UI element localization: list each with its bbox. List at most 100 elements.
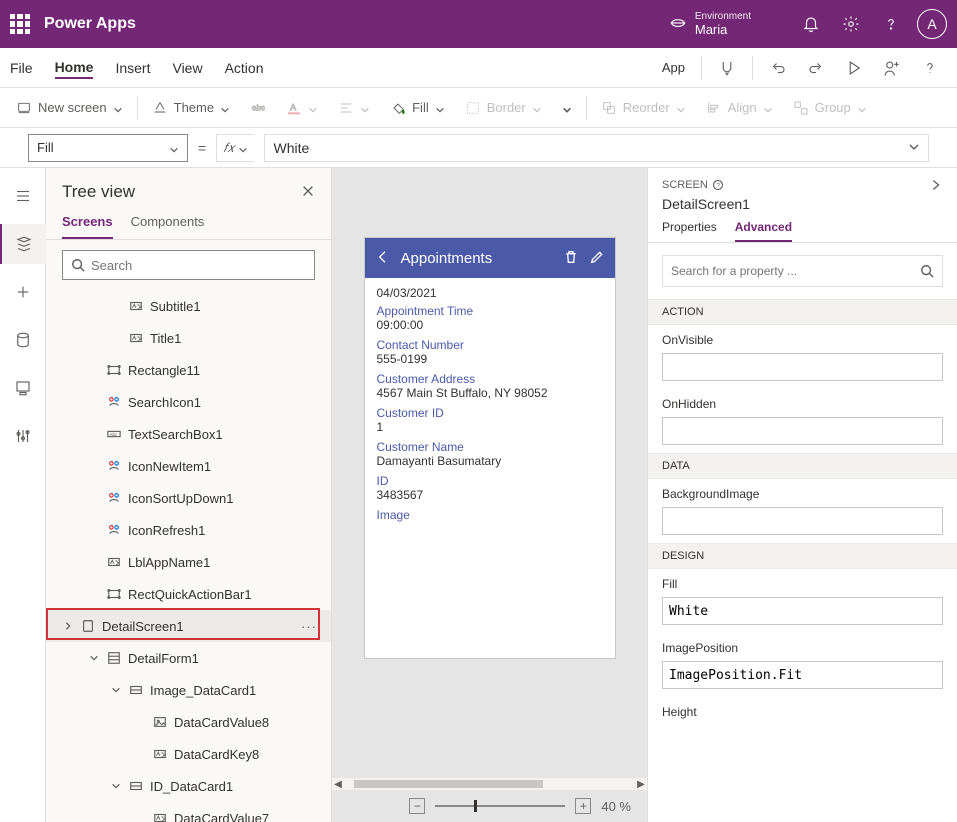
- redo-icon[interactable]: [799, 55, 833, 81]
- property-selector[interactable]: Fill: [28, 134, 188, 162]
- back-icon[interactable]: [375, 249, 391, 268]
- rail-media[interactable]: [0, 368, 46, 408]
- field-value: 4567 Main St Buffalo, NY 98052: [377, 386, 603, 400]
- expand-formula-icon[interactable]: [908, 140, 920, 156]
- svg-text:A: A: [290, 102, 297, 112]
- property-selector-value: Fill: [37, 140, 54, 155]
- property-input[interactable]: [662, 507, 943, 535]
- tree-item-label: DetailForm1: [128, 651, 199, 666]
- tree-list[interactable]: Subtitle1Title1Rectangle11SearchIcon1Abc…: [46, 290, 331, 822]
- property-input[interactable]: [662, 353, 943, 381]
- textinput-icon: Abc: [106, 426, 122, 442]
- tree-item-label: LblAppName1: [128, 555, 210, 570]
- prop-tab-advanced[interactable]: Advanced: [735, 220, 792, 242]
- help-icon[interactable]: [871, 0, 911, 48]
- tree-item[interactable]: DetailScreen1···: [46, 610, 331, 642]
- theme-button[interactable]: Theme: [142, 92, 240, 124]
- tree-item[interactable]: DataCardKey8: [46, 738, 331, 770]
- more-icon[interactable]: ···: [301, 619, 317, 634]
- caret-down-icon[interactable]: [110, 685, 122, 695]
- caret-down-icon[interactable]: [88, 653, 100, 663]
- avatar[interactable]: A: [917, 9, 947, 39]
- horizontal-scrollbar[interactable]: ◀▶: [332, 778, 647, 790]
- rail-insert[interactable]: [0, 272, 46, 312]
- properties-search[interactable]: [662, 255, 943, 287]
- zoom-out-button[interactable]: −: [409, 798, 425, 814]
- menu-action[interactable]: Action: [225, 58, 264, 78]
- close-icon[interactable]: [301, 184, 315, 201]
- tree-item[interactable]: AbcTextSearchBox1: [46, 418, 331, 450]
- tree-tab-components[interactable]: Components: [131, 214, 205, 239]
- ribbon-expand[interactable]: [552, 92, 582, 124]
- zoom-slider[interactable]: [435, 805, 565, 807]
- tree-item[interactable]: DataCardValue8: [46, 706, 331, 738]
- chevron-right-icon[interactable]: [929, 178, 943, 192]
- waffle-icon[interactable]: [10, 14, 30, 34]
- menu-app[interactable]: App: [654, 56, 693, 79]
- formula-input[interactable]: White: [264, 134, 929, 162]
- rail-data[interactable]: [0, 320, 46, 360]
- tree-search[interactable]: [62, 250, 315, 280]
- share-icon[interactable]: [875, 55, 909, 81]
- rail-treeview[interactable]: [0, 224, 46, 264]
- properties-panel: SCREEN ? DetailScreen1 Properties Advanc…: [647, 168, 957, 822]
- crumb-label: SCREEN: [662, 179, 708, 191]
- tree-item[interactable]: DetailForm1: [46, 642, 331, 674]
- tree-item[interactable]: Title1: [46, 322, 331, 354]
- menu-view[interactable]: View: [172, 58, 202, 78]
- form-icon: [106, 650, 122, 666]
- new-screen-button[interactable]: New screen: [6, 92, 133, 124]
- tree-item[interactable]: SearchIcon1: [46, 386, 331, 418]
- svg-text:abc: abc: [252, 103, 265, 112]
- settings-icon[interactable]: [831, 0, 871, 48]
- property-input[interactable]: [662, 417, 943, 445]
- tree-search-input[interactable]: [91, 258, 306, 273]
- help-menu-icon[interactable]: [913, 55, 947, 81]
- align-button: Align: [696, 92, 783, 124]
- fx-button[interactable]: 𝑓𝑥: [216, 134, 254, 162]
- property-input[interactable]: [662, 661, 943, 689]
- undo-icon[interactable]: [761, 55, 795, 81]
- notifications-icon[interactable]: [791, 0, 831, 48]
- properties-search-input[interactable]: [671, 264, 920, 278]
- tree-item[interactable]: Subtitle1: [46, 290, 331, 322]
- rail-tools[interactable]: [0, 416, 46, 456]
- tree-item[interactable]: ID_DataCard1: [46, 770, 331, 802]
- label-icon: [128, 298, 144, 314]
- tree-item[interactable]: IconRefresh1: [46, 514, 331, 546]
- theme-label: Theme: [174, 100, 214, 115]
- properties-body[interactable]: ACTIONOnVisibleOnHiddenDATABackgroundIma…: [648, 299, 957, 822]
- tree-item-label: IconRefresh1: [128, 523, 205, 538]
- info-icon[interactable]: ?: [712, 179, 724, 191]
- app-checker-icon[interactable]: [710, 55, 744, 81]
- rail-hamburger[interactable]: [0, 176, 46, 216]
- edit-icon[interactable]: [589, 249, 605, 268]
- tree-item[interactable]: Image_DataCard1: [46, 674, 331, 706]
- environment-picker[interactable]: Environment Maria: [669, 11, 751, 37]
- property-label: Height: [662, 705, 943, 719]
- paint-bucket-icon: [390, 100, 406, 116]
- fill-button[interactable]: Fill: [380, 92, 455, 124]
- tree-item[interactable]: IconNewItem1: [46, 450, 331, 482]
- tree-item[interactable]: RectQuickActionBar1: [46, 578, 331, 610]
- menu-home[interactable]: Home: [55, 57, 94, 79]
- tree-item[interactable]: LblAppName1: [46, 546, 331, 578]
- tree-item[interactable]: Rectangle11: [46, 354, 331, 386]
- menu-insert[interactable]: Insert: [115, 58, 150, 78]
- caret-right-icon[interactable]: [62, 621, 74, 631]
- menu-file[interactable]: File: [10, 58, 33, 78]
- tree-tab-screens[interactable]: Screens: [62, 214, 113, 239]
- field-label: Image: [377, 508, 603, 522]
- caret-down-icon[interactable]: [110, 781, 122, 791]
- property-input[interactable]: [662, 597, 943, 625]
- canvas-stage[interactable]: Appointments 04/03/2021 Appointment Time…: [332, 168, 647, 778]
- tree-item[interactable]: DataCardValue7: [46, 802, 331, 822]
- tree-item[interactable]: IconSortUpDown1: [46, 482, 331, 514]
- property-label: BackgroundImage: [662, 487, 943, 501]
- preview-title: Appointments: [401, 250, 553, 267]
- border-label: Border: [487, 100, 526, 115]
- prop-tab-properties[interactable]: Properties: [662, 220, 717, 242]
- play-icon[interactable]: [837, 55, 871, 81]
- delete-icon[interactable]: [563, 249, 579, 268]
- zoom-in-button[interactable]: +: [575, 798, 591, 814]
